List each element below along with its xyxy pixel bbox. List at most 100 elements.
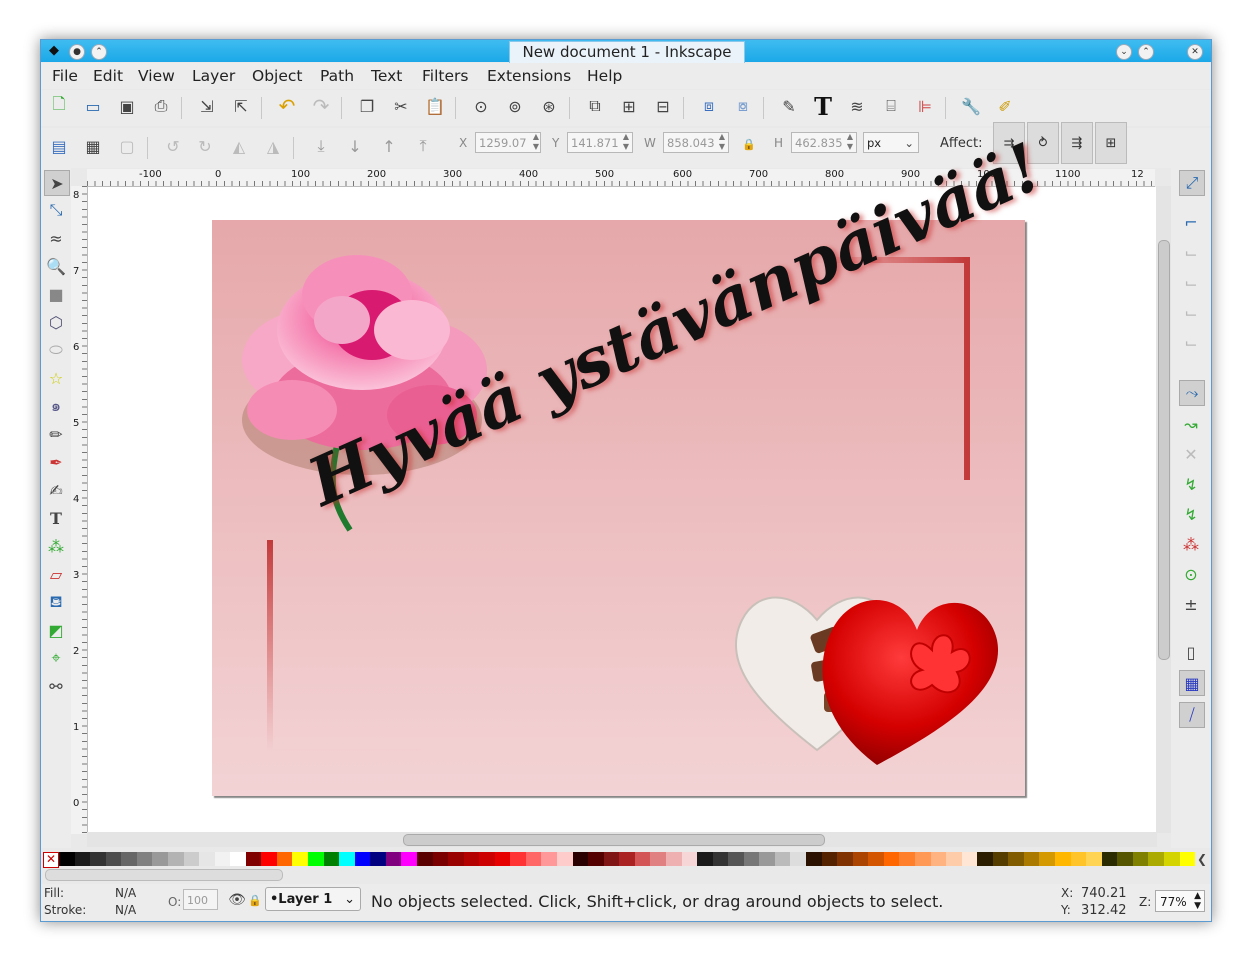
palette-swatch[interactable] bbox=[1148, 852, 1164, 866]
bucket-tool-icon[interactable]: ⛾ bbox=[44, 590, 68, 614]
palette-swatch[interactable] bbox=[385, 852, 402, 866]
palette-scroll-icon[interactable]: ❮ bbox=[1197, 852, 1207, 866]
affect-patterns-button[interactable]: ⊞ bbox=[1095, 122, 1127, 164]
export-icon[interactable]: ⇱ bbox=[229, 94, 253, 118]
palette-swatch[interactable] bbox=[837, 852, 853, 866]
palette-swatch[interactable] bbox=[183, 852, 200, 866]
palette-swatch[interactable] bbox=[448, 852, 464, 866]
raise-to-top-icon[interactable]: ⤒ bbox=[411, 134, 435, 158]
palette-swatch[interactable] bbox=[1039, 852, 1055, 866]
snap-cusp-nodes-icon[interactable]: ↯ bbox=[1179, 472, 1203, 496]
palette-swatch[interactable] bbox=[1132, 852, 1149, 866]
menu-object[interactable]: Object bbox=[252, 67, 302, 85]
palette-swatch[interactable] bbox=[774, 852, 791, 866]
y-spin-icon[interactable]: ▲ ▼ bbox=[621, 132, 631, 153]
snap-object-center-icon[interactable]: ⊙ bbox=[1179, 562, 1203, 586]
palette-swatch[interactable] bbox=[59, 852, 75, 866]
palette-swatch[interactable] bbox=[308, 852, 324, 866]
palette-swatch[interactable] bbox=[432, 852, 449, 866]
star-tool-icon[interactable]: ☆ bbox=[44, 366, 68, 390]
palette-swatch[interactable] bbox=[977, 852, 993, 866]
paste-icon[interactable]: 📋 bbox=[423, 94, 447, 118]
snap-page-border-icon[interactable]: ▯ bbox=[1179, 640, 1203, 664]
palette-swatch[interactable] bbox=[261, 852, 277, 866]
palette-swatch[interactable] bbox=[230, 852, 246, 866]
layers-icon[interactable]: ≋ bbox=[845, 94, 869, 118]
text-font-icon[interactable]: T bbox=[811, 92, 835, 121]
palette-swatch[interactable] bbox=[697, 852, 713, 866]
palette-swatch[interactable] bbox=[167, 852, 184, 866]
gradient-tool-icon[interactable]: ◩ bbox=[44, 618, 68, 642]
zoom-selection-icon[interactable]: ⊙ bbox=[469, 94, 493, 118]
palette-swatch[interactable] bbox=[136, 852, 153, 866]
palette-swatch[interactable] bbox=[1117, 852, 1133, 866]
select-all-icon[interactable]: ▤ bbox=[47, 134, 71, 158]
menu-edit[interactable]: Edit bbox=[93, 67, 123, 85]
document-page[interactable]: Hyvää ystävänpäivää! bbox=[212, 128, 1052, 796]
palette-swatch[interactable] bbox=[852, 852, 869, 866]
w-spin-icon[interactable]: ▲ ▼ bbox=[717, 132, 727, 153]
palette-swatch[interactable] bbox=[541, 852, 557, 866]
menu-layer[interactable]: Layer bbox=[192, 67, 235, 85]
horizontal-scroll-thumb[interactable] bbox=[403, 834, 825, 846]
snap-guides-icon[interactable]: ⧸ bbox=[1179, 702, 1205, 728]
rectangle-tool-icon[interactable]: ■ bbox=[44, 282, 68, 306]
import-icon[interactable]: ⇲ bbox=[195, 94, 219, 118]
palette-swatch[interactable] bbox=[806, 852, 822, 866]
palette-swatch[interactable] bbox=[572, 852, 589, 866]
palette-swatch[interactable] bbox=[354, 852, 371, 866]
unit-select[interactable]: px ⌄ bbox=[863, 132, 919, 153]
open-icon[interactable]: ▭ bbox=[81, 94, 105, 118]
snap-midpoints-icon[interactable]: ⁂ bbox=[1179, 532, 1203, 556]
palette-swatch[interactable] bbox=[90, 852, 106, 866]
palette-swatch[interactable] bbox=[463, 852, 480, 866]
palette-swatch[interactable] bbox=[650, 852, 666, 866]
layer-lock-icon[interactable]: 🔒 bbox=[243, 888, 267, 912]
palette-swatch[interactable] bbox=[1179, 852, 1196, 866]
menu-help[interactable]: Help bbox=[587, 67, 622, 85]
menu-file[interactable]: File bbox=[52, 67, 78, 85]
palette-swatch[interactable] bbox=[416, 852, 433, 866]
palette-swatch[interactable] bbox=[961, 852, 978, 866]
menu-text[interactable]: Text bbox=[371, 67, 402, 85]
fill-value[interactable]: N/A bbox=[115, 886, 136, 900]
3d-box-tool-icon[interactable]: ⬡ bbox=[44, 310, 68, 334]
group-icon[interactable]: ⧈ bbox=[697, 94, 721, 118]
zoom-field[interactable]: 77% ▲ ▼ bbox=[1155, 890, 1205, 912]
snap-path-icon[interactable]: ↝ bbox=[1179, 412, 1203, 436]
fill-stroke-icon[interactable]: ✎ bbox=[777, 94, 801, 118]
opacity-field[interactable]: 100 bbox=[183, 889, 218, 910]
tweak-tool-icon[interactable]: ≈ bbox=[44, 226, 68, 250]
palette-swatch[interactable] bbox=[603, 852, 620, 866]
ungroup-icon[interactable]: ⧇ bbox=[731, 94, 755, 118]
snap-bbox-corner-icon[interactable]: ⌙ bbox=[1179, 270, 1203, 294]
palette-swatch[interactable] bbox=[883, 852, 900, 866]
palette-swatch[interactable] bbox=[276, 852, 293, 866]
dropper-tool-icon[interactable]: ⌖ bbox=[44, 646, 68, 670]
palette-swatch[interactable] bbox=[1008, 852, 1024, 866]
lock-icon[interactable]: 🔒 bbox=[737, 132, 761, 156]
palette-swatch[interactable] bbox=[588, 852, 604, 866]
snap-bbox-center-icon[interactable]: ⌙ bbox=[1179, 330, 1203, 354]
palette-swatch[interactable] bbox=[1023, 852, 1040, 866]
unlink-icon[interactable]: ⊟ bbox=[651, 94, 675, 118]
deselect-icon[interactable]: ▢ bbox=[115, 134, 139, 158]
save-icon[interactable]: ▣ bbox=[115, 94, 139, 118]
menu-path[interactable]: Path bbox=[320, 67, 354, 85]
palette-swatch[interactable] bbox=[214, 852, 231, 866]
palette-swatch[interactable] bbox=[479, 852, 495, 866]
palette-swatch[interactable] bbox=[339, 852, 355, 866]
snap-bbox-edge-icon[interactable]: ⌙ bbox=[1179, 240, 1203, 264]
zoom-tool-icon[interactable]: 🔍 bbox=[44, 254, 68, 278]
palette-swatch[interactable] bbox=[401, 852, 417, 866]
zoom-page-icon[interactable]: ⊛ bbox=[537, 94, 561, 118]
select-all-layers-icon[interactable]: ▦ bbox=[81, 134, 105, 158]
vertical-scrollbar[interactable] bbox=[1156, 186, 1171, 833]
palette-swatch[interactable] bbox=[370, 852, 386, 866]
clone-icon[interactable]: ⊞ bbox=[617, 94, 641, 118]
palette-swatch[interactable] bbox=[619, 852, 635, 866]
palette-swatch[interactable] bbox=[868, 852, 884, 866]
palette-swatch[interactable] bbox=[323, 852, 340, 866]
palette-swatch[interactable] bbox=[681, 852, 698, 866]
title-bar[interactable]: ◆ ● ⌃ New document 1 - Inkscape ⌄ ⌃ ✕ bbox=[41, 40, 1211, 63]
